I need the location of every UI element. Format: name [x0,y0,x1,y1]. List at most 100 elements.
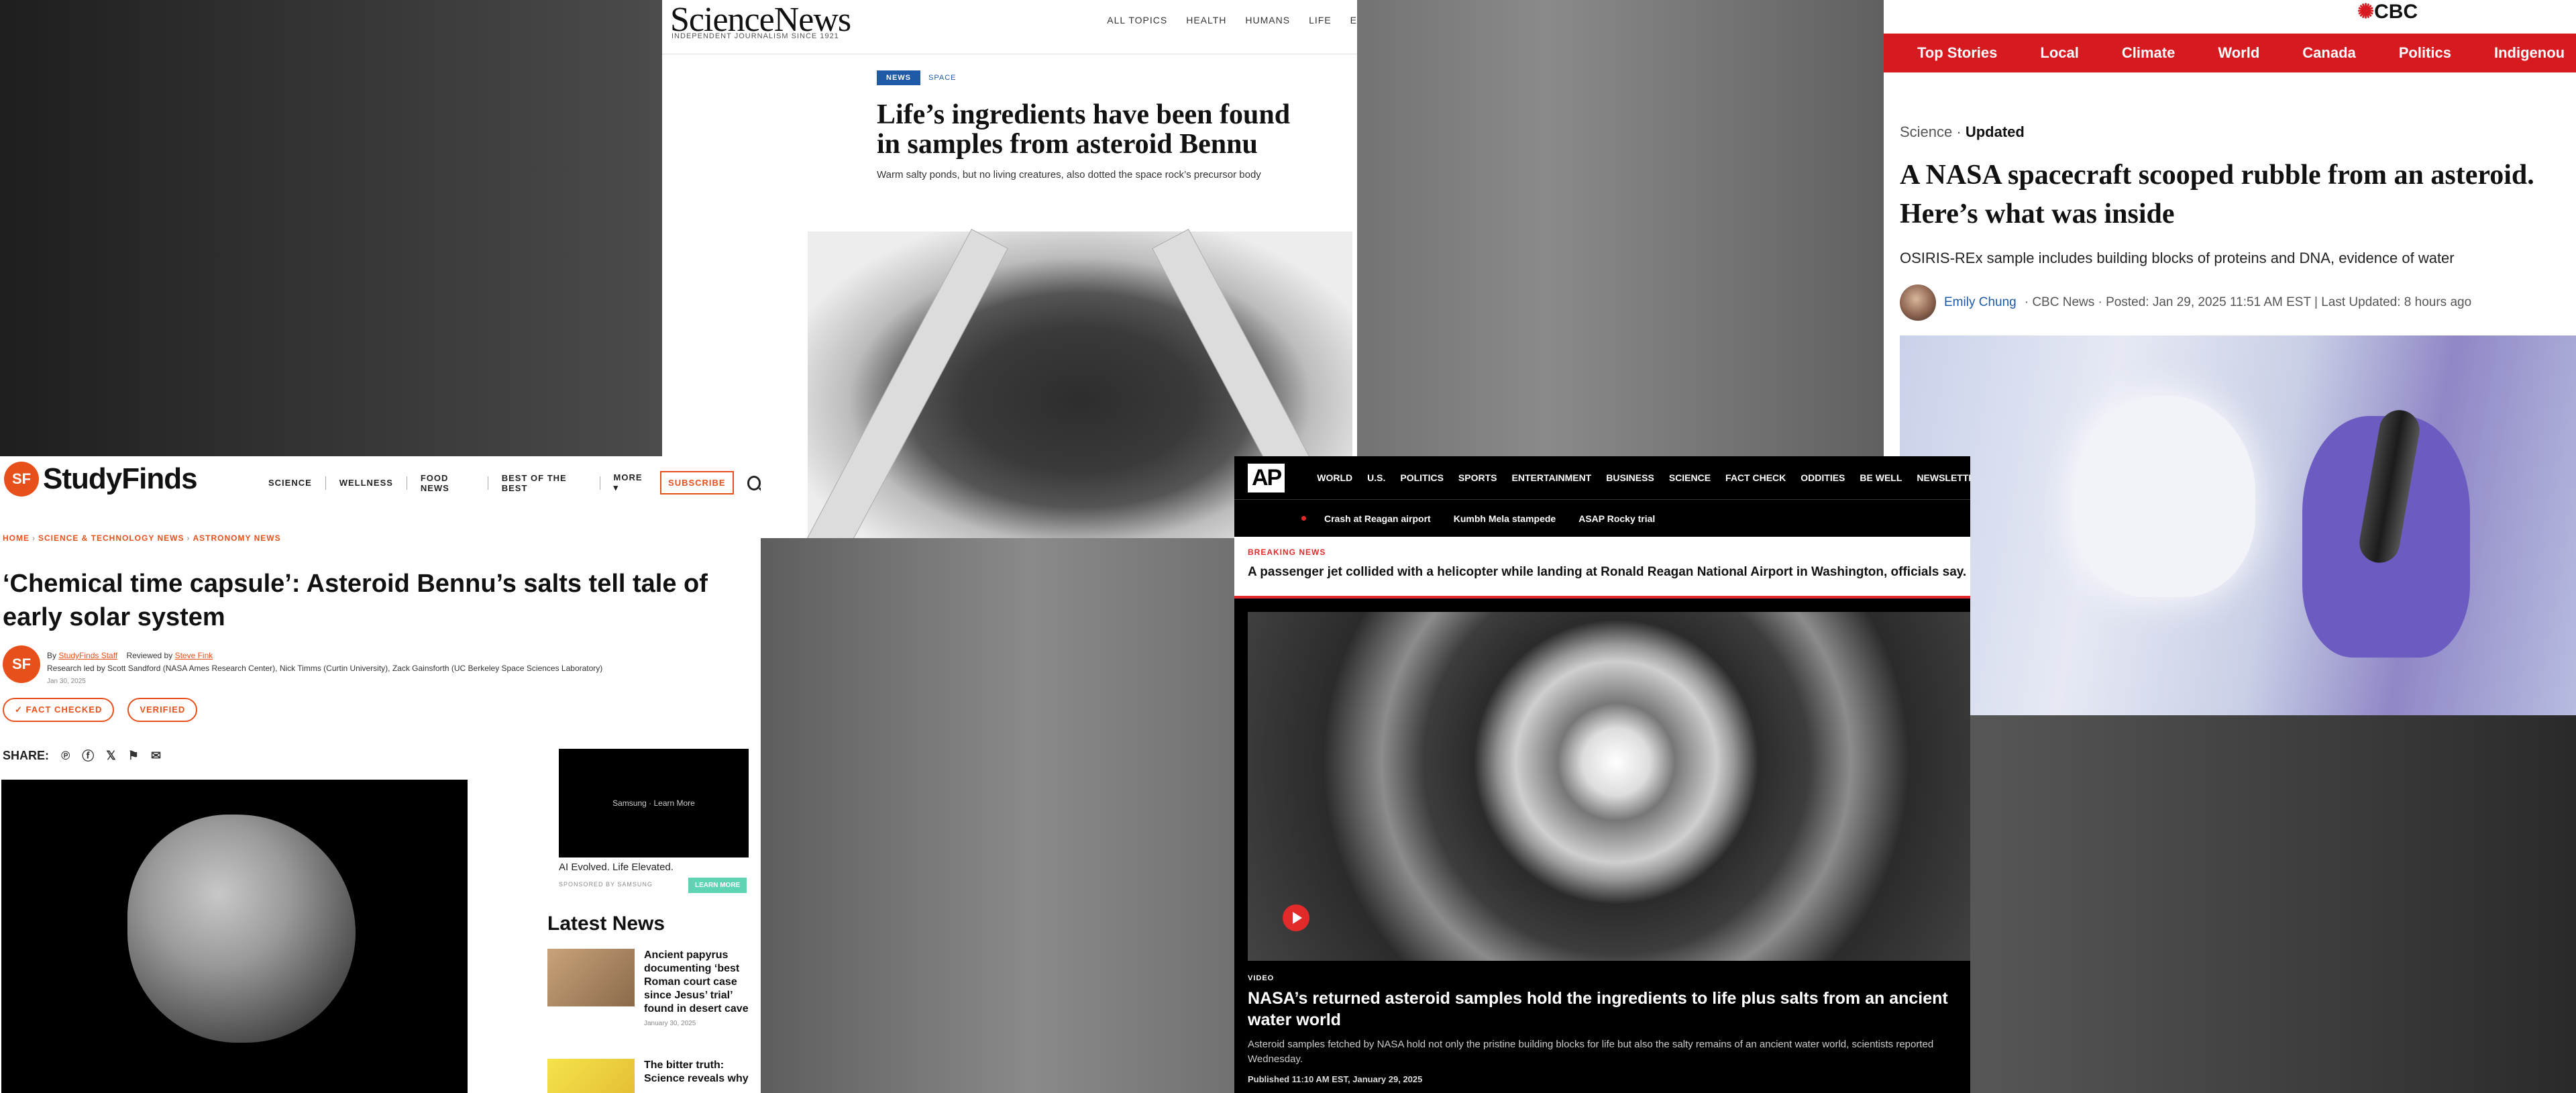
play-icon[interactable] [1283,904,1309,931]
trending-item[interactable]: Crash at Reagan airport [1324,513,1431,524]
byline: SF By StudyFinds Staff Reviewed by Steve… [3,645,602,688]
breaking-text[interactable]: A passenger jet collided with a helicopt… [1248,565,1970,580]
nav-divider [325,476,326,490]
news-thumbnail[interactable] [547,949,635,1006]
nav-canada[interactable]: Canada [2302,44,2355,62]
breadcrumb-astronomy[interactable]: ASTRONOMY NEWS [193,533,280,543]
nav-sports[interactable]: SPORTS [1458,472,1497,483]
latest-news-title: Latest News [547,913,665,935]
nav-local[interactable]: Local [2040,44,2078,62]
video-label: VIDEO [1248,974,1275,982]
sciencenews-tagline: INDEPENDENT JOURNALISM SINCE 1921 [672,32,839,40]
learn-more-button[interactable]: LEARN MORE [688,878,747,893]
byline: Emily Chung · CBC News · Posted: Jan 29,… [1900,284,2471,321]
live-dot-icon [1301,516,1306,521]
nav-oddities[interactable]: ODDITIES [1801,472,1845,483]
nav-life[interactable]: LIFE [1309,15,1332,25]
trending-bar: Crash at Reagan airport Kumbh Mela stamp… [1234,499,1970,537]
nav-entertainment[interactable]: ENTERTAINMENT [1512,472,1592,483]
reviewed-prefix: Reviewed by [126,651,173,660]
nav-indigenous[interactable]: Indigenou [2494,44,2565,62]
nav-science[interactable]: SCIENCE [1669,472,1711,483]
breaking-label: BREAKING NEWS [1248,548,1326,557]
cbc-gem-icon: ✺ [2357,1,2375,23]
cbc-logo[interactable]: ✺CBC [2357,0,2418,23]
nav-politics[interactable]: POLITICS [1400,472,1444,483]
list-item[interactable]: The bitter truth: Science reveals why [547,1059,755,1093]
nav-humans[interactable]: HUMANS [1245,15,1290,25]
sciencenews-header: ScienceNews INDEPENDENT JOURNALISM SINCE… [662,0,1357,54]
article-date: Jan 30, 2025 [47,678,86,685]
author-link[interactable]: Emily Chung [1944,295,2017,310]
news-badge[interactable]: NEWS [877,70,920,85]
nav-all-topics[interactable]: ALL TOPICS [1107,15,1167,25]
author-link[interactable]: StudyFinds Staff [58,651,117,660]
nav-world[interactable]: WORLD [1317,472,1352,483]
nav-health[interactable]: HEALTH [1186,15,1226,25]
nav-world[interactable]: World [2218,44,2259,62]
list-item[interactable]: Ancient papyrus documenting ‘best Roman … [547,949,755,1027]
article-headline: Life’s ingredients have been found in sa… [877,99,1291,160]
article-headline: A NASA spacecraft scooped rubble from an… [1900,160,2534,229]
nav-climate[interactable]: Climate [2122,44,2175,62]
ad-sponsor: SPONSORED BY SAMSUNG [559,881,653,888]
nav-newsletters[interactable]: NEWSLETTE [1917,472,1970,483]
studyfinds-logo[interactable]: SF StudyFinds [4,462,198,497]
nav-fact-check[interactable]: FACT CHECK [1725,472,1786,483]
asteroid-shape [127,815,356,1043]
scientist-photo [1900,335,2576,715]
by-prefix: By [47,651,57,660]
breadcrumb-science-tech[interactable]: SCIENCE & TECHNOLOGY NEWS [38,533,184,543]
article-headline: ‘Chemical time capsule’: Asteroid Bennu’… [3,570,708,631]
subscribe-button[interactable]: SUBSCRIBE [660,471,734,495]
news-thumbnail[interactable] [547,1059,635,1093]
face-mask-shape [2074,396,2255,597]
breadcrumb-home[interactable]: HOME [3,533,30,543]
ad-banner[interactable]: Samsung · Learn More [559,749,749,857]
x-icon[interactable]: 𝕏 [106,749,116,763]
nav-us[interactable]: U.S. [1367,472,1385,483]
cbc-nav: Top Stories Local Climate World Canada P… [1884,34,2576,72]
trending-item[interactable]: Kumbh Mela stampede [1454,513,1556,524]
section-breadcrumb: Science · Updated [1900,123,2025,141]
trust-badges: ✓ FACT CHECKED VERIFIED [3,698,198,722]
nav-wellness[interactable]: WELLNESS [339,478,393,488]
nav-business[interactable]: BUSINESS [1606,472,1654,483]
nav-be-well[interactable]: BE WELL [1860,472,1902,483]
section-badge[interactable]: SPACE [928,74,956,82]
nav-science[interactable]: SCIENCE [268,478,312,488]
ap-logo[interactable]: AP [1248,463,1285,492]
nav-politics[interactable]: Politics [2399,44,2451,62]
nav-food-news[interactable]: FOOD NEWS [421,473,474,493]
pinterest-icon[interactable]: ℗ [61,749,70,763]
news-title[interactable]: The bitter truth: Science reveals why [644,1059,755,1086]
fact-checked-badge[interactable]: ✓ FACT CHECKED [3,698,115,722]
byline-meta: · CBC News · Posted: Jan 29, 2025 11:51 … [2024,295,2472,309]
nav-top-stories[interactable]: Top Stories [1917,44,1997,62]
video-player[interactable] [1248,612,1970,961]
facebook-icon[interactable]: ⓕ [82,747,94,764]
breaking-news-banner[interactable]: BREAKING NEWS A passenger jet collided w… [1234,537,1970,598]
trending-item[interactable]: ASAP Rocky trial [1578,513,1655,524]
nav-more[interactable]: MORE ▾ [614,472,647,493]
sciencenews-article-header: NEWS SPACE Life’s ingredients have been … [877,70,1293,182]
ruler-left [807,228,1008,538]
share-bar: SHARE: ℗ ⓕ 𝕏 ⚑ ✉ [3,747,161,764]
sciencenews-nav: ALL TOPICS HEALTH HUMANS LIFE E [1107,15,1357,25]
studyfinds-window: SF StudyFinds SCIENCE WELLNESS FOOD NEWS… [0,456,761,1093]
sf-logo-icon: SF [4,462,39,497]
cbc-window: ✺CBC Top Stories Local Climate World Can… [1884,0,2576,715]
breadcrumb: HOME › SCIENCE & TECHNOLOGY NEWS › ASTRONOMY… [3,533,281,543]
section-link[interactable]: Science [1900,123,1952,140]
article-subhead: OSIRIS-REx sample includes building bloc… [1900,250,2455,266]
email-icon[interactable]: ✉ [151,749,161,763]
nav-truncated[interactable]: E [1350,15,1357,25]
search-icon[interactable] [747,475,761,490]
article-headline[interactable]: NASA’s returned asteroid samples hold th… [1248,988,1959,1031]
news-title[interactable]: Ancient papyrus documenting ‘best Roman … [644,949,755,1016]
ad-caption[interactable]: AI Evolved. Life Elevated. [559,862,674,873]
nav-best-of-the-best[interactable]: BEST OF THE BEST [502,473,586,493]
reviewer-link[interactable]: Steve Fink [175,651,213,660]
flipboard-icon[interactable]: ⚑ [128,749,139,763]
verified-badge[interactable]: VERIFIED [127,698,198,722]
